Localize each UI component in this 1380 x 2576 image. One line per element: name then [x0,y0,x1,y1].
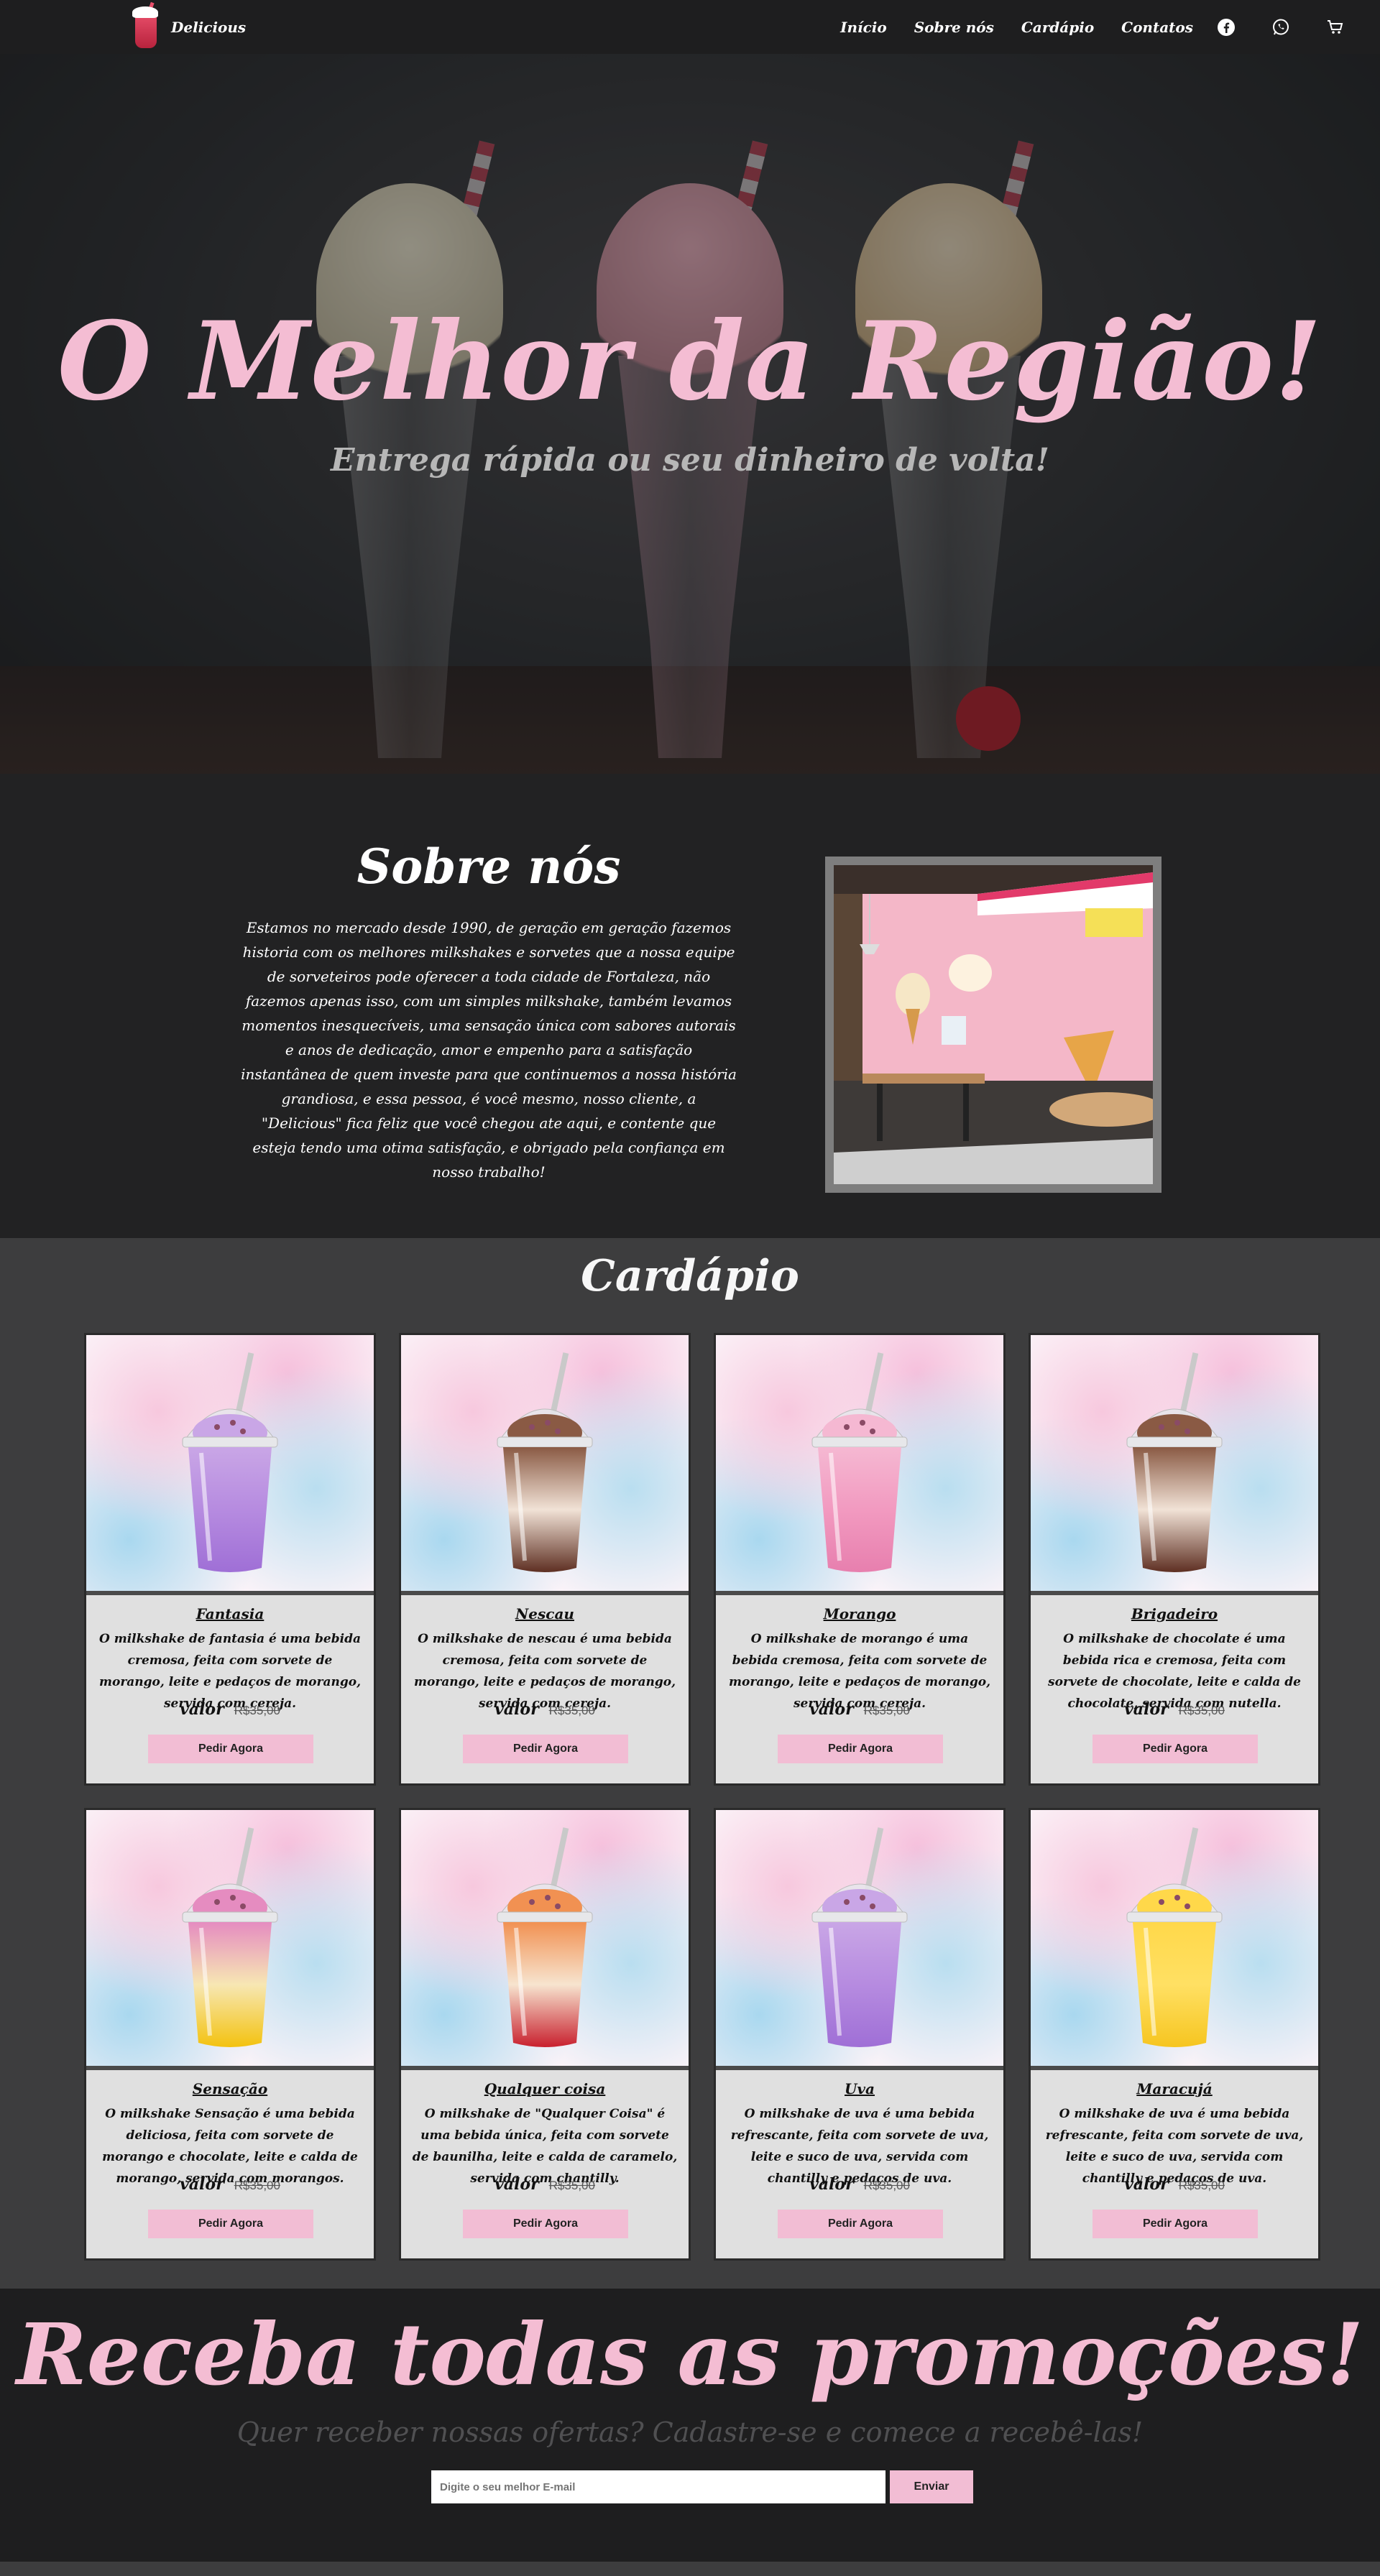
cart-icon[interactable] [1325,17,1346,37]
brand[interactable]: Delicious [129,0,246,54]
menu-card: Maracujá O milkshake de uva é uma bebida… [1029,1808,1320,2261]
price-label: valor [1124,2175,1169,2194]
milkshake-cup-icon [811,1352,908,1572]
newsletter-title: Receba todas as promoções! [16,2304,1364,2404]
nav-link-sobre[interactable]: Sobre nós [914,19,994,36]
menu-title: Cardápio [581,1251,799,1301]
milkshake-image [716,1335,1003,1591]
top-navbar: Delicious Início Sobre nós Cardápio Cont… [0,0,1380,54]
hero-title: O Melhor da Região! [57,298,1323,425]
product-price: R$35,00 [548,1704,595,1717]
price-label: valor [809,2175,854,2194]
price-label: valor [494,1700,539,1719]
milkshake-image [716,1810,1003,2066]
menu-card: Qualquer coisa O milkshake de "Qualquer … [399,1808,691,2261]
about-title: Sobre nós [356,839,621,895]
hero-banner: O Melhor da Região! Entrega rápida ou se… [0,54,1380,774]
milkshake-image [401,1335,689,1591]
menu-card: Fantasia O milkshake de fantasia é uma b… [84,1333,376,1786]
milkshake-logo-icon [129,1,161,52]
footer-strip [0,2562,1380,2576]
newsletter-subtitle: Quer receber nossas ofertas? Cadastre-se… [236,2416,1144,2448]
order-now-button[interactable]: Pedir Agora [463,1735,628,1763]
menu-card: Morango O milkshake de morango é uma beb… [714,1333,1006,1786]
menu-card: Sensação O milkshake Sensação é uma bebi… [84,1808,376,2261]
facebook-icon[interactable] [1216,17,1236,37]
milkshake-image [1031,1810,1318,2066]
milkshake-image [401,1810,689,2066]
hero-subtitle: Entrega rápida ou seu dinheiro de volta! [331,442,1049,479]
price-label: valor [180,2175,224,2194]
product-price: R$35,00 [234,1704,280,1717]
milkshake-cup-icon [497,1352,593,1572]
milkshake-cup-icon [811,1827,908,2047]
nav-icons [1216,0,1346,54]
order-now-button[interactable]: Pedir Agora [778,2210,943,2238]
menu-card: Nescau O milkshake de nescau é uma bebid… [399,1333,691,1786]
about-section: Sobre nós Estamos no mercado desde 1990,… [0,774,1380,1238]
whatsapp-icon[interactable] [1271,17,1291,37]
product-name: Sensação [192,2080,268,2097]
product-name: Qualquer coisa [484,2080,606,2097]
milkshake-cup-icon [1126,1827,1223,2047]
order-now-button[interactable]: Pedir Agora [148,2210,313,2238]
product-name: Uva [844,2080,875,2097]
milkshake-cup-icon [182,1827,278,2047]
product-price: R$35,00 [234,2179,280,2192]
price-label: valor [809,1700,854,1719]
product-price: R$35,00 [548,2179,595,2192]
menu-card: Uva O milkshake de uva é uma bebida refr… [714,1808,1006,2261]
menu-card: Brigadeiro O milkshake de chocolate é um… [1029,1333,1320,1786]
price-label: valor [1124,1700,1169,1719]
newsletter-section: Receba todas as promoções! Quer receber … [0,2289,1380,2562]
nav-link-cardapio[interactable]: Cardápio [1021,19,1094,36]
product-name: Morango [823,1605,896,1622]
price-label: valor [180,1700,224,1719]
product-price: R$35,00 [863,2179,910,2192]
milkshake-cup-icon [182,1352,278,1572]
product-price: R$35,00 [863,1704,910,1717]
product-price: R$35,00 [1178,2179,1225,2192]
price-label: valor [494,2175,539,2194]
milkshake-cup-icon [1126,1352,1223,1572]
order-now-button[interactable]: Pedir Agora [1092,2210,1258,2238]
menu-section: Cardápio Fantasia O milkshake de fantasi… [0,1238,1380,2289]
brand-name: Delicious [171,18,247,36]
product-name: Fantasia [196,1605,264,1622]
milkshake-image [1031,1335,1318,1591]
nav-links: Início Sobre nós Cardápio Contatos [840,0,1193,54]
nav-link-inicio[interactable]: Início [840,19,887,36]
nav-link-contatos[interactable]: Contatos [1121,19,1193,36]
product-name: Maracujá [1136,2080,1213,2097]
product-price: R$35,00 [1178,1704,1225,1717]
order-now-button[interactable]: Pedir Agora [463,2210,628,2238]
milkshake-cup-icon [497,1827,593,2047]
order-now-button[interactable]: Pedir Agora [778,1735,943,1763]
order-now-button[interactable]: Pedir Agora [1092,1735,1258,1763]
order-now-button[interactable]: Pedir Agora [148,1735,313,1763]
product-name: Nescau [515,1605,574,1622]
email-input[interactable] [431,2470,886,2503]
send-button[interactable]: Enviar [890,2470,973,2503]
store-photo [825,857,1162,1193]
milkshake-image [86,1335,374,1591]
product-name: Brigadeiro [1131,1605,1218,1622]
milkshake-image [86,1810,374,2066]
about-text: Estamos no mercado desde 1990, de geraçã… [241,919,737,1181]
